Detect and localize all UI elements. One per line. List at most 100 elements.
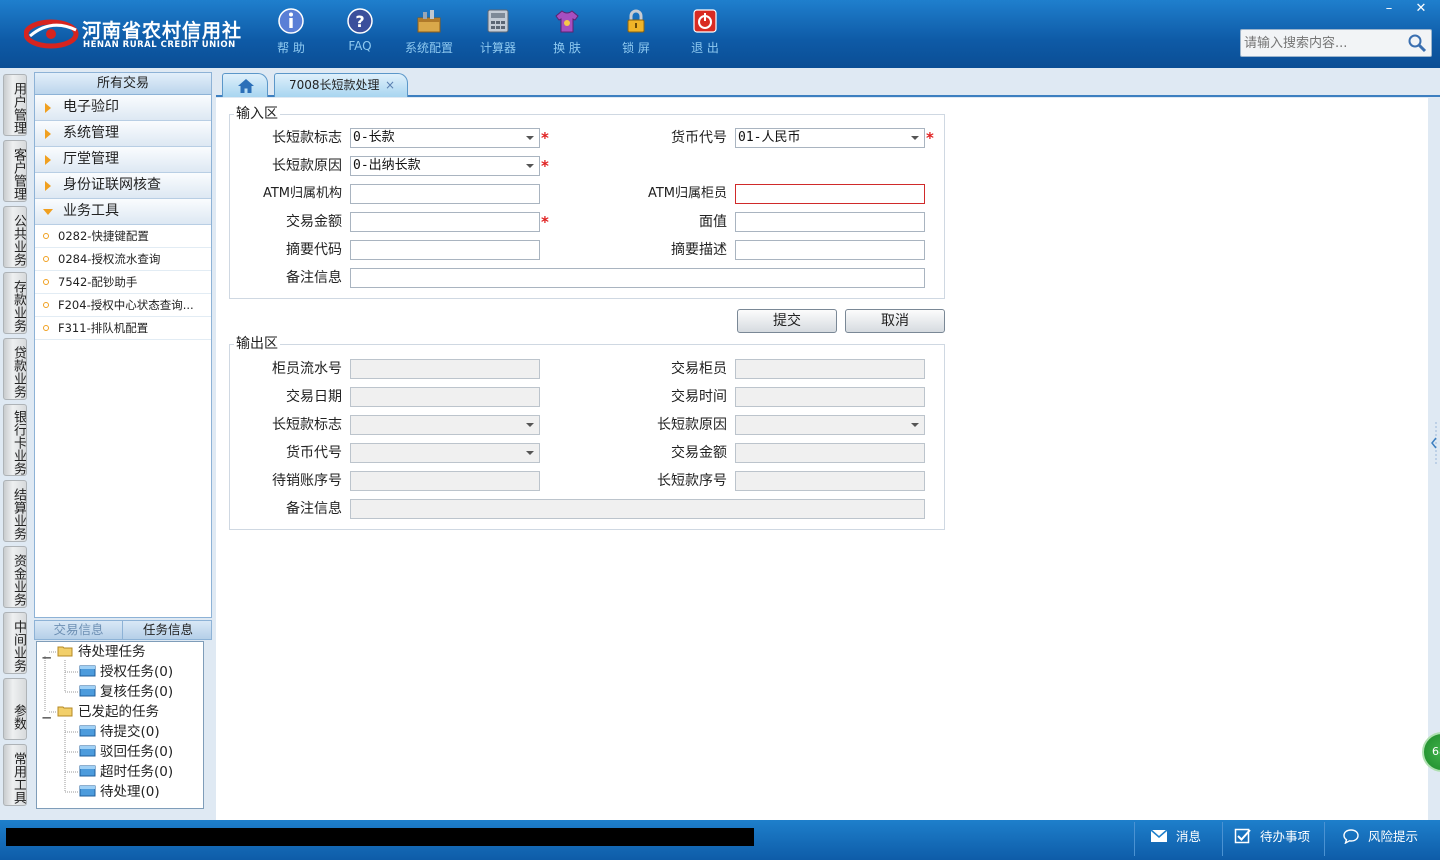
sidebar-group-lobby-mgmt[interactable]: 厅堂管理 <box>35 147 211 173</box>
task-tabs: 交易信息 任务信息 <box>34 620 212 640</box>
vnav-intermediary[interactable]: 中间业务 <box>3 612 27 674</box>
messages-button[interactable]: 消息 <box>1150 828 1201 848</box>
reason-select[interactable]: 0-出纳长款 <box>350 156 540 176</box>
tree-node-initiated-tasks[interactable]: 已发起的任务 <box>57 702 159 722</box>
tree-node-to-process[interactable]: 待处理(0) <box>79 782 160 802</box>
brand-logo: 河南省农村信用社 HENAN RURAL CREDIT UNION <box>20 12 241 56</box>
tab-title: 7008长短款处理 <box>289 78 380 92</box>
calculator-button[interactable]: 计算器 <box>467 8 529 60</box>
tab-home[interactable] <box>222 73 268 97</box>
list-icon <box>79 665 96 677</box>
date-output <box>350 387 540 407</box>
svg-text:?: ? <box>355 12 364 31</box>
tree-node-label: 待提交(0) <box>100 724 160 740</box>
expand-arrow-icon <box>45 181 51 191</box>
right-panel-toggle[interactable] <box>1430 420 1438 466</box>
system-config-button[interactable]: 系统配置 <box>398 8 460 60</box>
collapse-toggle-icon[interactable]: − <box>41 648 52 668</box>
brand-name-en: HENAN RURAL CREDIT UNION <box>83 40 236 50</box>
logout-button[interactable]: 退 出 <box>674 8 736 60</box>
remark-input[interactable] <box>350 268 925 288</box>
cancel-button[interactable]: 取消 <box>845 309 945 333</box>
submit-button[interactable]: 提交 <box>737 309 837 333</box>
tab-task-info[interactable]: 任务信息 <box>124 621 212 639</box>
tree-node-label: 待处理(0) <box>100 784 160 800</box>
vnav-parameters[interactable]: 参数 <box>3 678 27 740</box>
tree-node-to-submit[interactable]: 待提交(0) <box>79 722 160 742</box>
sidebar-item-f204[interactable]: F204-授权中心状态查询... <box>35 294 211 317</box>
tab-7008[interactable]: 7008长短款处理 × <box>274 73 408 97</box>
todo-button[interactable]: 待办事项 <box>1234 828 1310 848</box>
sidebar-group-business-tools[interactable]: 业务工具 <box>35 199 211 225</box>
vnav-bank-card[interactable]: 银行卡业务 <box>3 404 27 476</box>
sidebar-item-label: 0284-授权流水查询 <box>58 252 161 266</box>
sidebar-group-id-check[interactable]: 身份证联网核查 <box>35 173 211 199</box>
tree-node-review-tasks[interactable]: 复核任务(0) <box>79 682 173 702</box>
search-icon[interactable] <box>1407 33 1427 53</box>
help-icon: ? <box>347 8 373 34</box>
label-flag: 长短款标志 <box>272 130 342 146</box>
tree-node-auth-tasks[interactable]: 授权任务(0) <box>79 662 173 682</box>
lock-screen-label: 锁 屏 <box>622 41 650 55</box>
atm-teller-input[interactable] <box>735 184 925 204</box>
tree-node-rejected[interactable]: 驳回任务(0) <box>79 742 173 762</box>
change-skin-button[interactable]: 换 肤 <box>536 8 598 60</box>
expand-arrow-icon <box>45 155 51 165</box>
sidebar-item-7542[interactable]: 7542-配钞助手 <box>35 271 211 294</box>
summary-desc-input[interactable] <box>735 240 925 260</box>
summary-code-input[interactable] <box>350 240 540 260</box>
vnav-settlement[interactable]: 结算业务 <box>3 480 27 542</box>
sidebar-group-system-mgmt[interactable]: 系统管理 <box>35 121 211 147</box>
logout-label: 退 出 <box>691 41 719 55</box>
vnav-user-mgmt[interactable]: 用户管理 <box>3 74 27 136</box>
sidebar-group-e-seal[interactable]: 电子验印 <box>35 95 211 121</box>
collapse-toggle-icon[interactable]: − <box>41 708 52 728</box>
sidebar-group-label: 系统管理 <box>63 125 119 141</box>
label-reason: 长短款原因 <box>272 158 342 174</box>
amount-input[interactable] <box>350 212 540 232</box>
todo-label: 待办事项 <box>1260 829 1311 844</box>
sidebar-group-label: 厅堂管理 <box>63 151 119 167</box>
expand-arrow-icon <box>45 129 51 139</box>
vnav-public-business[interactable]: 公共业务 <box>3 206 27 268</box>
sidebar-item-0282[interactable]: 0282-快捷键配置 <box>35 225 211 248</box>
amount-output <box>735 443 925 463</box>
pending-seq-output <box>350 471 540 491</box>
sidebar-item-label: 0282-快捷键配置 <box>58 229 149 243</box>
help-button[interactable]: 帮 助 <box>260 8 322 60</box>
flag-select[interactable]: 0-长款 <box>350 128 540 148</box>
vnav-funds[interactable]: 资金业务 <box>3 546 27 608</box>
faq-label: FAQ <box>348 39 372 53</box>
search-input[interactable] <box>1244 32 1404 54</box>
calculator-icon <box>487 9 509 33</box>
faq-button[interactable]: ? FAQ <box>329 8 391 60</box>
sidebar-item-0284[interactable]: 0284-授权流水查询 <box>35 248 211 271</box>
tree-node-timeout[interactable]: 超时任务(0) <box>79 762 173 782</box>
bullet-icon <box>43 302 49 308</box>
vnav-customer-mgmt[interactable]: 客户管理 <box>3 140 27 202</box>
denomination-input[interactable] <box>735 212 925 232</box>
minimize-button[interactable]: – <box>1374 0 1404 18</box>
tab-close-icon[interactable]: × <box>385 74 395 96</box>
required-mark: * <box>541 213 549 231</box>
lock-screen-button[interactable]: 锁 屏 <box>605 8 667 60</box>
sidebar-item-f311[interactable]: F311-排队机配置 <box>35 317 211 340</box>
close-window-button[interactable]: ✕ <box>1406 0 1436 18</box>
time-output <box>735 387 925 407</box>
tree-node-label: 授权任务(0) <box>100 664 174 680</box>
sidebar-group-label: 业务工具 <box>63 203 119 219</box>
risk-alert-button[interactable]: 风险提示 <box>1342 828 1418 848</box>
label-atm-teller: ATM归属柜员 <box>647 186 727 201</box>
tshirt-icon <box>555 10 579 33</box>
vnav-loan[interactable]: 贷款业务 <box>3 338 27 400</box>
teller-output <box>735 359 925 379</box>
label-summary-desc: 摘要描述 <box>671 242 727 258</box>
vnav-deposit[interactable]: 存款业务 <box>3 272 27 334</box>
change-skin-label: 换 肤 <box>553 41 581 55</box>
vnav-common-tools[interactable]: 常用工具 <box>3 744 27 806</box>
currency-select[interactable]: 01-人民币 <box>735 128 925 148</box>
tree-node-label: 复核任务(0) <box>100 684 174 700</box>
atm-org-input[interactable] <box>350 184 540 204</box>
tab-transaction-info[interactable]: 交易信息 <box>35 621 123 639</box>
tree-node-pending-tasks[interactable]: 待处理任务 <box>57 642 146 662</box>
